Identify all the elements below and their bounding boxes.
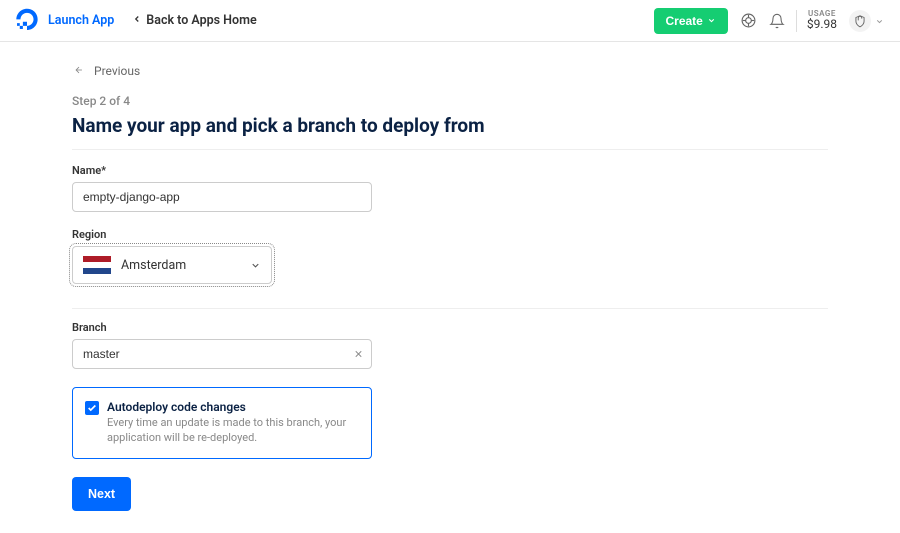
launch-app-link[interactable]: Launch App	[48, 13, 114, 28]
app-name-input[interactable]	[72, 182, 372, 212]
autodeploy-title: Autodeploy code changes	[107, 400, 359, 414]
brand-area: Launch App	[16, 8, 114, 34]
account-dropdown[interactable]	[849, 10, 884, 32]
netherlands-flag-icon	[83, 256, 111, 274]
back-to-apps-home-link[interactable]: Back to Apps Home	[132, 13, 256, 28]
branch-field-label: Branch	[72, 321, 828, 334]
region-field-label: Region	[72, 228, 828, 241]
back-link-label: Back to Apps Home	[146, 13, 256, 28]
chevron-left-icon	[132, 13, 142, 28]
wizard-step-indicator: Step 2 of 4	[72, 94, 828, 108]
top-nav-bar: Launch App Back to Apps Home Create USAG…	[0, 0, 900, 42]
divider	[72, 308, 828, 309]
usage-amount: $9.98	[807, 18, 837, 31]
chevron-down-icon	[875, 11, 884, 30]
digitalocean-logo-icon	[16, 8, 38, 34]
main-content: Previous Step 2 of 4 Name your app and p…	[0, 42, 900, 533]
chevron-down-icon	[707, 14, 716, 28]
create-button[interactable]: Create	[654, 8, 728, 34]
region-selected-value: Amsterdam	[121, 258, 240, 273]
branch-input[interactable]	[72, 339, 372, 369]
support-icon[interactable]	[740, 12, 758, 30]
arrow-left-icon	[72, 64, 86, 78]
usage-display: USAGE $9.98	[807, 10, 837, 32]
notifications-icon[interactable]	[768, 12, 786, 30]
chevron-down-icon	[250, 256, 261, 275]
avatar-icon	[849, 10, 871, 32]
next-button[interactable]: Next	[72, 477, 131, 511]
name-field-label: Name*	[72, 164, 828, 177]
autodeploy-option[interactable]: Autodeploy code changes Every time an up…	[72, 387, 372, 459]
autodeploy-checkbox[interactable]	[85, 401, 99, 415]
page-title: Name your app and pick a branch to deplo…	[72, 114, 828, 137]
region-select[interactable]: Amsterdam	[72, 246, 272, 284]
autodeploy-description: Every time an update is made to this bra…	[107, 416, 359, 446]
previous-label: Previous	[94, 64, 140, 78]
previous-link[interactable]: Previous	[72, 64, 828, 78]
next-button-label: Next	[88, 487, 115, 501]
divider	[72, 149, 828, 150]
clear-branch-icon[interactable]	[353, 345, 364, 364]
create-button-label: Create	[666, 14, 703, 28]
